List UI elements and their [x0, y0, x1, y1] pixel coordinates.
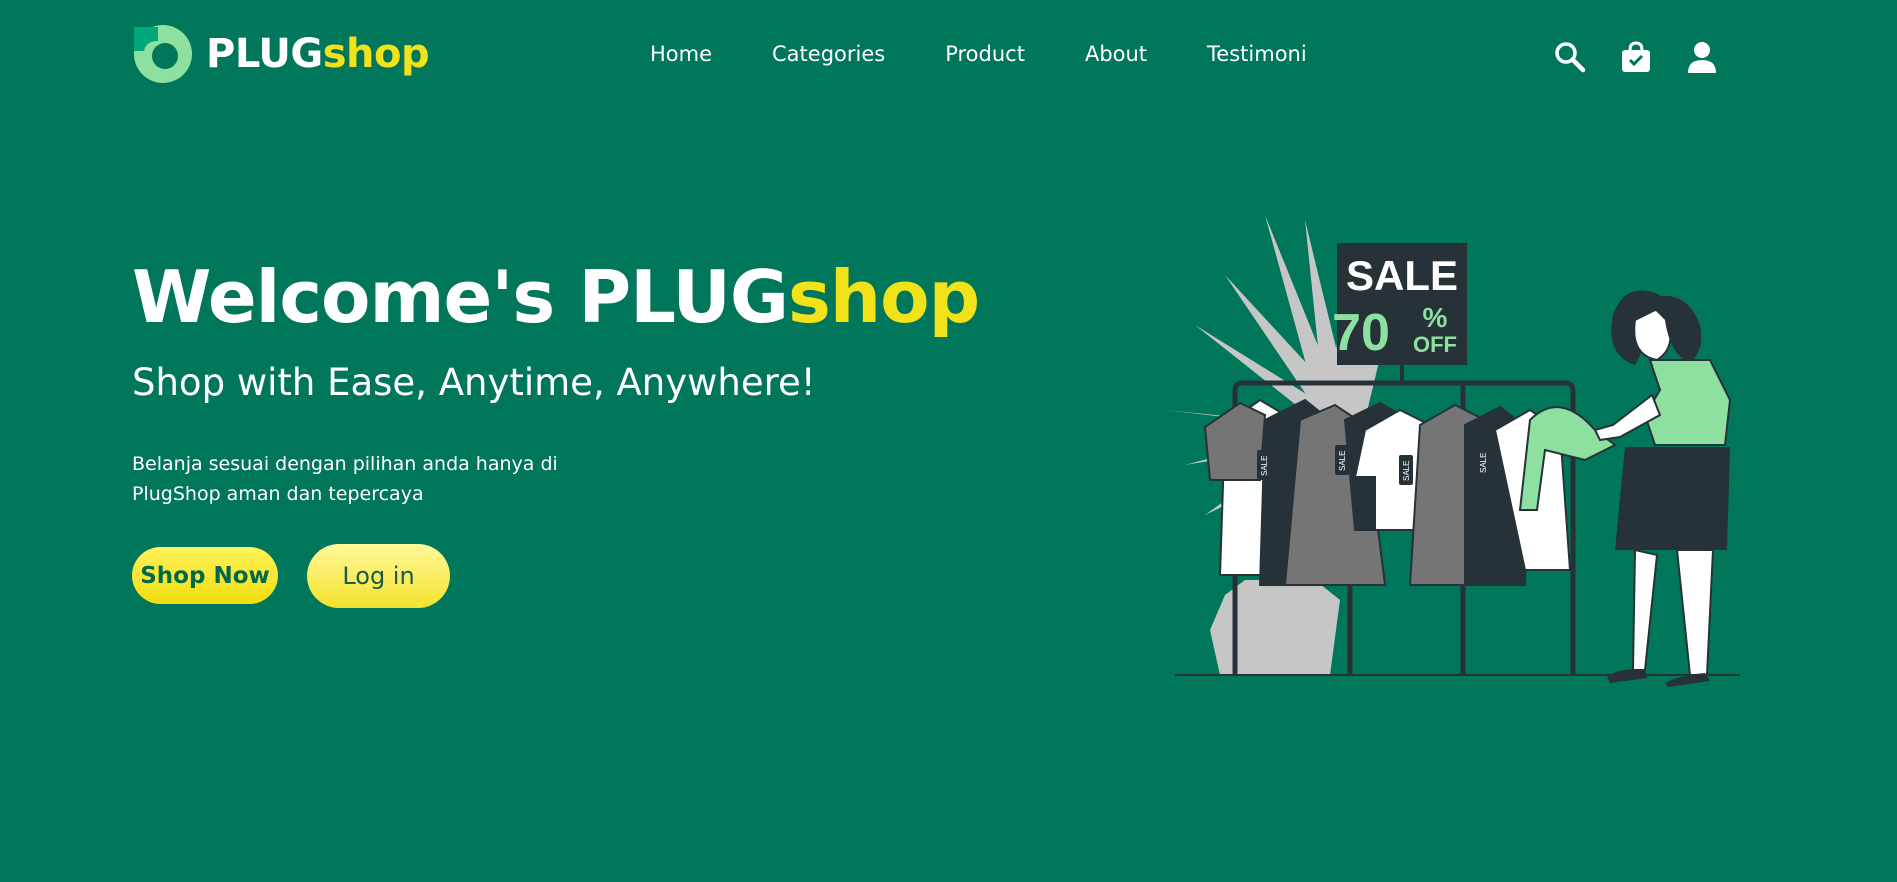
main-nav: Home Categories Product About Testimoni [650, 42, 1367, 66]
sale-tag-label: SALE [1338, 451, 1347, 471]
sale-sign-percent: 70 [1332, 304, 1390, 362]
shop-now-button[interactable]: Shop Now [132, 547, 278, 604]
sale-tag-label: SALE [1402, 461, 1411, 481]
sale-sign-percent-symbol: % [1423, 302, 1448, 333]
brand-name-part2: shop [322, 31, 430, 77]
brand-logo[interactable]: PLUGshop [132, 23, 430, 85]
hanging-clothes [1203, 398, 1617, 586]
hero-description: Belanja sesuai dengan pilihan anda hanya… [132, 453, 558, 505]
login-button[interactable]: Log in [307, 544, 450, 608]
hero-title-part2: shop [787, 255, 980, 339]
hero-section: Welcome's PLUGshop Shop with Ease, Anyti… [132, 255, 980, 404]
shopping-illustration: SALE 70 % OFF SALE SALE SALE SALE [1165, 215, 1740, 687]
hero-title: Welcome's PLUGshop [132, 255, 980, 339]
hero-title-part1: Welcome's PLUG [132, 255, 789, 339]
logo-icon [134, 25, 192, 83]
woman-shopper [1593, 290, 1732, 687]
shopping-bag-icon[interactable] [1619, 40, 1653, 74]
nav-categories[interactable]: Categories [772, 42, 885, 66]
sale-tag-label: SALE [1260, 456, 1269, 476]
sale-sign-off: OFF [1413, 332, 1457, 357]
navbar: PLUGshop Home Categories Product About T… [0, 0, 1897, 115]
search-icon[interactable] [1553, 40, 1587, 74]
header-icons [1553, 40, 1751, 74]
sale-tag-label: SALE [1479, 453, 1488, 473]
user-icon[interactable] [1685, 40, 1719, 74]
nav-about[interactable]: About [1085, 42, 1147, 66]
plant-pot [1210, 580, 1340, 675]
nav-home[interactable]: Home [650, 42, 712, 66]
brand-name: PLUGshop [206, 31, 430, 77]
hero-subtitle: Shop with Ease, Anytime, Anywhere! [132, 361, 816, 404]
brand-name-part1: PLUG [206, 31, 323, 77]
nav-product[interactable]: Product [945, 42, 1025, 66]
nav-testimoni[interactable]: Testimoni [1207, 42, 1307, 66]
sale-sign-title: SALE [1346, 252, 1458, 299]
sale-sign: SALE 70 % OFF [1332, 243, 1467, 385]
